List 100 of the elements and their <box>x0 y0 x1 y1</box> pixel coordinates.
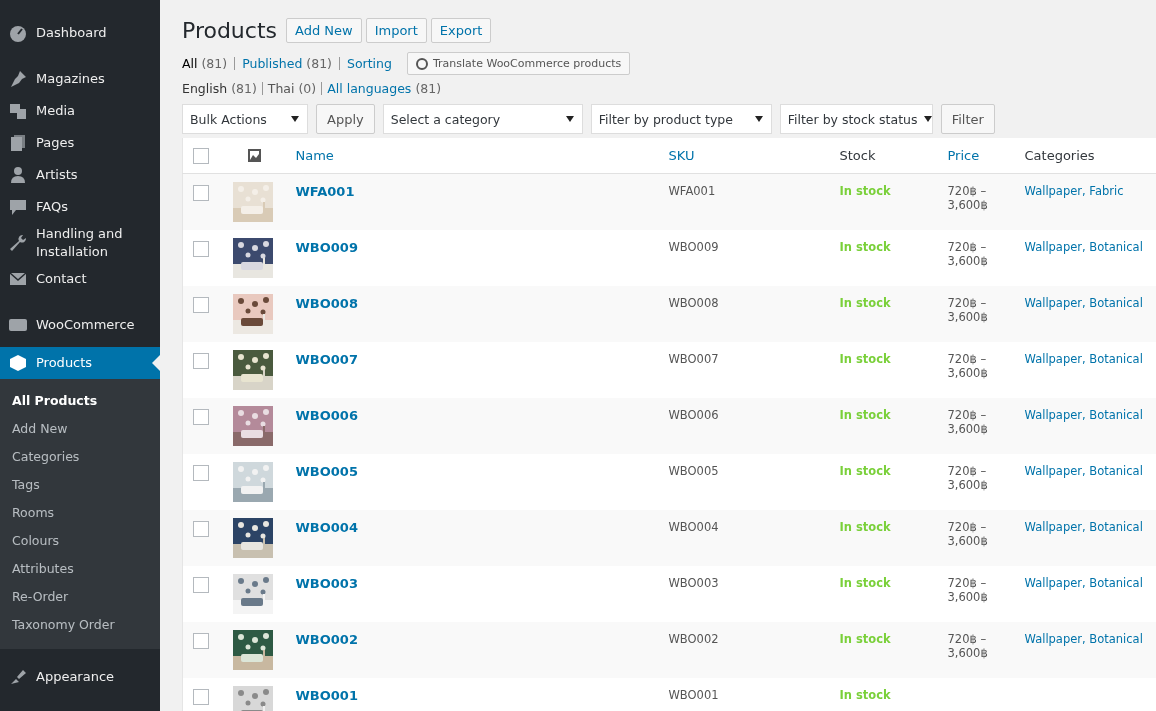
price-text: 720฿ – 3,600฿ <box>947 239 988 268</box>
status-link[interactable]: Published <box>242 56 303 71</box>
product-link[interactable]: WBO007 <box>295 351 358 367</box>
submenu-item[interactable]: Add New <box>0 415 160 443</box>
sku-text: WBO004 <box>668 519 719 534</box>
count-label: (81) <box>231 81 257 96</box>
category-links[interactable]: Wallpaper, Botanical <box>1024 575 1143 590</box>
status-link[interactable]: All <box>182 56 198 71</box>
row-checkbox[interactable] <box>193 185 209 201</box>
bulk-actions-dropdown[interactable]: Bulk Actions <box>182 104 308 134</box>
language-label: Thai <box>267 81 295 96</box>
caret-icon <box>291 116 299 122</box>
price-text: 720฿ – 3,600฿ <box>947 184 988 212</box>
submenu-item[interactable]: Re-Order <box>0 583 160 611</box>
sku-text: WBO003 <box>668 575 719 590</box>
status-link[interactable]: Sorting <box>347 56 392 71</box>
count-label: (81) <box>306 56 332 71</box>
stock-status: In stock <box>839 687 891 702</box>
submenu-item[interactable]: Attributes <box>0 555 160 583</box>
count-label: (0) <box>298 81 317 96</box>
product-link[interactable]: WBO005 <box>295 463 358 479</box>
category-links[interactable]: Wallpaper, Botanical <box>1024 463 1143 478</box>
product-link[interactable]: WBO004 <box>295 519 358 535</box>
language-current: English <box>182 81 228 96</box>
category-links[interactable]: Wallpaper, Botanical <box>1024 351 1143 366</box>
sku-text: WBO001 <box>668 687 719 702</box>
column-header: Stock <box>839 148 876 163</box>
stock-status: In stock <box>839 463 891 478</box>
translate-button[interactable]: Translate WooCommerce products <box>406 52 631 75</box>
submenu-item[interactable]: All Products <box>0 387 160 415</box>
sidebar-item[interactable]: Media <box>0 95 160 127</box>
caret-icon <box>923 116 932 122</box>
row-checkbox[interactable] <box>193 688 209 705</box>
product-link[interactable]: WBO009 <box>295 239 358 255</box>
sidebar-item[interactable]: Pages <box>0 127 160 159</box>
category-links[interactable]: Wallpaper, Botanical <box>1024 239 1143 254</box>
count-label: (81) <box>415 81 442 96</box>
product-link[interactable]: WBO006 <box>295 407 358 423</box>
sidebar-item[interactable]: Magazines <box>0 63 160 95</box>
column-header[interactable]: SKU <box>668 148 695 163</box>
sidebar-item[interactable]: Products <box>0 347 160 379</box>
sidebar-item[interactable]: Dashboard <box>0 17 160 49</box>
column-header[interactable]: Name <box>295 148 334 163</box>
category-links[interactable]: Wallpaper, Fabric <box>1024 184 1124 198</box>
price-text: 720฿ – 3,600฿ <box>947 519 988 548</box>
stock-status: In stock <box>839 519 891 534</box>
stock-status: In stock <box>839 575 891 590</box>
page-title: Products <box>182 18 277 43</box>
product-link[interactable]: WBO003 <box>295 575 358 591</box>
price-text: 720฿ – 3,600฿ <box>947 351 988 380</box>
image-icon <box>247 149 261 162</box>
filter-button[interactable]: Filter <box>940 104 995 134</box>
sku-text: WBO005 <box>668 463 719 478</box>
row-checkbox[interactable] <box>193 352 209 369</box>
sidebar-item[interactable]: Appearance <box>0 661 160 693</box>
apply-button[interactable]: Apply <box>316 104 375 134</box>
row-checkbox[interactable] <box>193 632 209 649</box>
row-checkbox[interactable] <box>193 408 209 425</box>
action-button[interactable]: Export <box>430 18 492 43</box>
column-header[interactable]: Price <box>947 148 980 163</box>
row-checkbox[interactable] <box>193 296 209 313</box>
sku-text: WFA001 <box>668 184 716 198</box>
stock-status: In stock <box>839 407 891 422</box>
product-link[interactable]: WBO008 <box>295 295 358 311</box>
stock-status: In stock <box>839 295 891 310</box>
action-button[interactable]: Import <box>365 18 427 43</box>
sidebar-item[interactable]: Contact <box>0 263 160 295</box>
price-text: 720฿ – 3,600฿ <box>947 295 988 324</box>
row-checkbox[interactable] <box>193 576 209 593</box>
product-link[interactable]: WBO001 <box>295 687 358 703</box>
submenu-item[interactable]: Tags <box>0 471 160 499</box>
sku-text: WBO002 <box>668 631 719 646</box>
filter-dropdown[interactable]: Select a category <box>382 104 583 134</box>
filter-dropdown[interactable]: Filter by product type <box>590 104 772 134</box>
price-text: 720฿ – 3,600฿ <box>947 631 988 660</box>
sku-text: WBO009 <box>668 239 719 254</box>
sku-text: WBO008 <box>668 295 719 310</box>
submenu-item[interactable]: Rooms <box>0 499 160 527</box>
product-link[interactable]: WBO002 <box>295 631 358 647</box>
select-all-checkbox[interactable] <box>193 148 209 164</box>
product-link[interactable]: WFA001 <box>295 184 355 199</box>
stock-status: In stock <box>839 631 891 646</box>
column-header: Categories <box>1024 148 1095 163</box>
sidebar-item[interactable]: Artists <box>0 159 160 191</box>
submenu-item[interactable]: Categories <box>0 443 160 471</box>
caret-icon <box>754 116 763 122</box>
stock-status: In stock <box>839 351 891 366</box>
filter-dropdown[interactable]: Filter by stock status <box>779 104 933 134</box>
row-checkbox[interactable] <box>193 240 209 257</box>
language-link[interactable]: All languages <box>327 81 412 96</box>
submenu-item[interactable]: Taxonomy Order <box>0 611 160 639</box>
action-button[interactable]: Add New <box>286 18 362 43</box>
sku-text: WBO007 <box>668 351 719 366</box>
sidebar-item[interactable]: WooCommerce <box>0 309 160 341</box>
submenu-item[interactable]: Colours <box>0 527 160 555</box>
row-checkbox[interactable] <box>193 520 209 537</box>
sidebar-item[interactable]: Handling and Installation <box>0 223 160 263</box>
sidebar-item[interactable]: FAQs <box>0 191 160 223</box>
price-text: 720฿ – 3,600฿ <box>947 575 988 604</box>
row-checkbox[interactable] <box>193 464 209 481</box>
